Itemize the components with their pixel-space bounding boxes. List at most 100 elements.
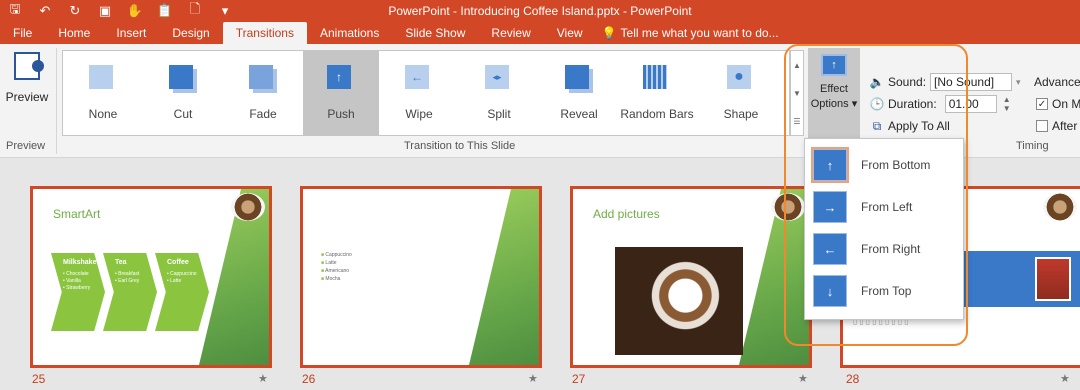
slide-title: SmartArt (53, 207, 101, 221)
transition-label: Shape (723, 107, 759, 121)
redo-icon[interactable]: ↻ (60, 0, 90, 22)
smartart-chevron: Milkshake • Chocolate • Vanilla • Strawb… (51, 253, 105, 331)
arrow-down-icon: ↓ (813, 275, 847, 307)
tab-view[interactable]: View (544, 22, 596, 44)
reveal-transition-icon (565, 65, 593, 93)
transition-star-icon: ★ (528, 373, 538, 385)
effect-options-icon: ↑ (821, 54, 847, 76)
effect-options-button[interactable]: ↑ Effect Options ▾ (808, 48, 860, 138)
transition-none[interactable]: None (65, 51, 141, 135)
slide-thumbnail[interactable]: SmartArt Milkshake • Chocolate • Vanilla… (30, 186, 272, 368)
advance-label: Advance S (1034, 75, 1080, 89)
sound-icon: 🔈 (869, 75, 885, 89)
duration-row: 🕒 Duration: 01.00 ▲ ▼ (870, 94, 1013, 114)
paste-icon[interactable]: 📋 (150, 0, 180, 22)
quick-access-toolbar: 🖫 ↶ ↻ ▣ ✋ 📋 🗋 ▾ (0, 0, 240, 22)
apply-to-all-button[interactable]: Apply To All (888, 119, 950, 133)
title-bar: PowerPoint - Introducing Coffee Island.p… (0, 0, 1080, 44)
menu-item-label: From Right (861, 242, 921, 256)
slide-number: 27 (572, 372, 586, 386)
new-icon[interactable]: 🗋 (180, 0, 210, 22)
shape-transition-icon: ● (727, 65, 755, 93)
after-checkbox[interactable]: After (1036, 116, 1077, 136)
coffee-beans-photo (615, 247, 743, 355)
menu-item-label: From Top (861, 284, 912, 298)
tab-animations[interactable]: Animations (307, 22, 392, 44)
gallery-more-icon[interactable]: ☰ (793, 117, 800, 126)
sound-row: 🔈 Sound: [No Sound] ▾ (870, 72, 1021, 92)
coffee-cup-image (771, 193, 805, 221)
transition-gallery: None Cut Fade ↑ Push ← Wipe ◂▸ Split Rev… (62, 50, 790, 136)
coffee-cup-image (231, 193, 265, 221)
transition-cut[interactable]: Cut (145, 51, 221, 135)
apply-all-row: ⧉ Apply To All (870, 116, 950, 136)
arrow-up-icon: ↑ (811, 147, 849, 183)
transition-label: Push (327, 107, 355, 121)
tab-insert[interactable]: Insert (103, 22, 159, 44)
preview-button[interactable]: Preview (2, 48, 52, 132)
split-transition-icon: ◂▸ (485, 65, 513, 93)
scroll-up-icon[interactable]: ▲ (793, 61, 801, 70)
transition-label: Fade (249, 107, 277, 121)
preview-icon (14, 52, 44, 80)
ribbon-tabs: File Home Insert Design Transitions Anim… (0, 22, 792, 44)
tab-review[interactable]: Review (478, 22, 543, 44)
menu-item-from-right[interactable]: ← From Right (809, 229, 961, 269)
transition-split[interactable]: ◂▸ Split (461, 51, 537, 135)
menu-item-from-bottom[interactable]: ↑ From Bottom (809, 145, 961, 185)
tell-me-box[interactable]: 💡 Tell me what you want to do... (596, 22, 792, 44)
on-mouse-click-checkbox[interactable]: ✓ On M (1036, 94, 1080, 114)
menu-item-from-top[interactable]: ↓ From Top (809, 271, 961, 311)
tab-transitions[interactable]: Transitions (222, 22, 307, 44)
menu-item-label: From Bottom (861, 158, 931, 172)
duration-spinner[interactable]: ▲ ▼ (1001, 95, 1013, 113)
slide-thumbnail[interactable]: Add pictures (570, 186, 812, 368)
green-wedge-decoration (469, 189, 539, 365)
tab-design[interactable]: Design (159, 22, 222, 44)
sound-dropdown[interactable]: [No Sound] (930, 73, 1013, 91)
tab-slide-show[interactable]: Slide Show (392, 22, 478, 44)
save-icon[interactable]: 🖫 (0, 0, 30, 22)
apply-all-icon: ⧉ (872, 118, 882, 133)
wipe-transition-icon: ← (405, 65, 433, 93)
timing-group-label: Timing (1016, 140, 1049, 152)
bullet-list: Cappuccino Latte Americano Mocha (321, 251, 352, 283)
cut-transition-icon (169, 65, 197, 93)
effect-options-label: Effect Options ▾ (810, 83, 858, 110)
transition-label: Split (487, 107, 511, 121)
transition-shape[interactable]: ● Shape (703, 51, 779, 135)
duration-input[interactable]: 01.00 (944, 95, 997, 113)
touch-mode-icon[interactable]: ✋ (120, 0, 150, 22)
gallery-scroll[interactable]: ▲ ▼ ☰ (790, 50, 804, 136)
preview-label: Preview (5, 90, 49, 104)
slide-thumbnail[interactable]: Cappuccino Latte Americano Mocha (300, 186, 542, 368)
scroll-down-icon[interactable]: ▼ (793, 89, 801, 98)
transition-star-icon: ★ (798, 373, 808, 385)
checkbox-unchecked[interactable] (1036, 120, 1048, 132)
random-bars-transition-icon (643, 65, 671, 93)
smartart-chevron: Coffee • Cappuccino • Latte (155, 253, 209, 331)
clock-icon: 🕒 (869, 97, 885, 111)
transition-push[interactable]: ↑ Push (303, 51, 379, 135)
sound-label: Sound: (888, 75, 927, 89)
menu-item-from-left[interactable]: → From Left (809, 187, 961, 227)
tab-home[interactable]: Home (45, 22, 103, 44)
arrow-left-icon: ← (813, 233, 847, 265)
start-from-beginning-icon[interactable]: ▣ (90, 0, 120, 22)
transition-fade[interactable]: Fade (225, 51, 301, 135)
tab-file[interactable]: File (0, 22, 45, 44)
transition-star-icon: ★ (1060, 373, 1070, 385)
arrow-right-icon: → (813, 191, 847, 223)
transition-reveal[interactable]: Reveal (541, 51, 617, 135)
transition-label: Cut (173, 107, 193, 121)
duration-label: Duration: (888, 97, 937, 111)
smartart-chevron: Tea • Breakfast • Earl Grey (103, 253, 157, 331)
chevron-down-icon[interactable]: ▾ (1016, 77, 1021, 88)
checkbox-checked[interactable]: ✓ (1036, 98, 1048, 110)
slide-number: 28 (846, 372, 860, 386)
none-transition-icon (89, 65, 117, 93)
customize-qat-icon[interactable]: ▾ (210, 0, 240, 22)
transition-random-bars[interactable]: Random Bars (619, 51, 695, 135)
transition-wipe[interactable]: ← Wipe (381, 51, 457, 135)
undo-icon[interactable]: ↶ (30, 0, 60, 22)
